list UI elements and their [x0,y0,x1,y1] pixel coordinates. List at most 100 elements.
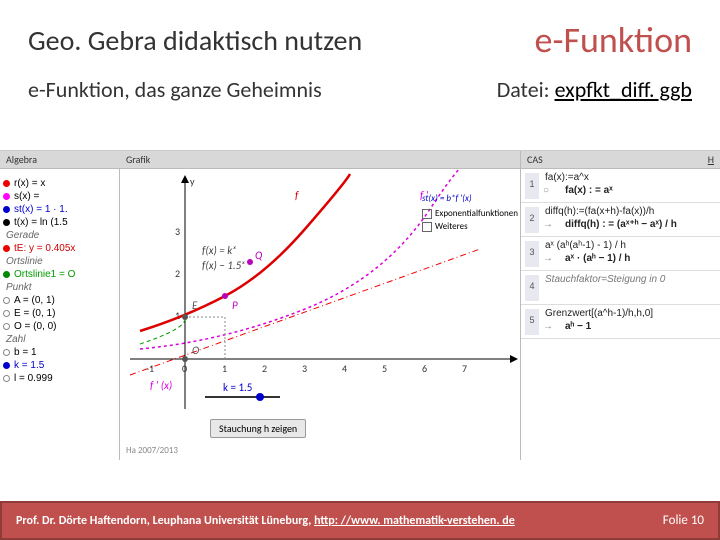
file-prefix: Datei: [497,76,550,103]
dot-icon [3,349,10,356]
dot-icon [3,310,10,317]
checkbox-expfns[interactable]: Exponentialfunktionen [422,208,518,219]
alg-txt: st(x) = 1 · 1. [14,204,68,215]
dot-icon [3,375,10,382]
cas-output: →aʰ − 1 [545,321,716,332]
chk-label: Weiteres [435,221,468,232]
alg-txt: s(x) = [14,191,39,202]
slide-header: Geo. Gebra didaktisch nutzen e-Funktion [0,0,720,72]
alg-row[interactable]: t(x) = ln (1.5 [0,216,119,229]
alg-row[interactable]: s(x) = [0,190,119,203]
cas-row[interactable]: 4 Stauchfaktor=Steigung in 0 [521,271,720,305]
cas-row[interactable]: 1 fa(x):=a^x ○fa(x) : = aˣ [521,169,720,203]
svg-text:E: E [192,299,198,312]
grafik-title: Grafik [120,151,520,169]
graph-controls: st(x) = b*f '(x) Exponentialfunktionen W… [422,193,518,234]
svg-text:1: 1 [222,362,227,375]
cas-num: 2 [525,207,539,233]
alg-row[interactable]: l = 0.999 [0,372,119,385]
cas-row[interactable]: 3 aˣ (aʰ(aʰ-1) - 1) / h →aˣ · (aʰ − 1) /… [521,237,720,271]
slide-footer: Prof. Dr. Dörte Haftendorn, Leuphana Uni… [0,501,720,540]
svg-text:Q: Q [255,249,263,262]
footer-text: Prof. Dr. Dörte Haftendorn, Leuphana Uni… [16,514,643,528]
dot-icon [3,180,10,187]
svg-text:6: 6 [422,362,427,375]
title-left: Geo. Gebra didaktisch nutzen [28,23,362,58]
svg-text:2: 2 [175,267,180,280]
cas-num: 1 [525,173,539,199]
dot-icon [3,193,10,200]
alg-row[interactable]: tE: y = 0.405x [0,242,119,255]
alg-row[interactable]: b = 1 [0,346,119,359]
dot-icon [3,362,10,369]
cas-output: →aˣ · (aʰ − 1) / h [545,253,716,264]
alg-group: Zahl [0,333,119,346]
footer-url[interactable]: http: //www. mathematik-verstehen. de [314,514,515,528]
cas-panel: CASH 1 fa(x):=a^x ○fa(x) : = aˣ 2 diffq(… [520,151,720,460]
dot-icon [3,219,10,226]
alg-txt: b = 1 [14,347,37,358]
footer-folie: Folie 10 [663,513,704,528]
alg-txt: Ortslinie1 = O [14,269,75,280]
cas-row[interactable]: 2 diffq(h):=(fa(x+h)-fa(x))/h →diffq(h) … [521,203,720,237]
checkbox-weiteres[interactable]: Weiteres [422,221,518,232]
stauchung-button[interactable]: Stauchung h zeigen [210,419,306,438]
svg-text:f(x) = kˣ: f(x) = kˣ [202,244,236,257]
dot-icon [3,245,10,252]
alg-group: Gerade [0,229,119,242]
svg-text:P: P [232,299,238,312]
alg-txt: k = 1.5 [14,360,44,371]
dot-icon [3,206,10,213]
dot-icon [3,297,10,304]
cas-input: aˣ (aʰ(aʰ-1) - 1) / h [545,240,716,251]
alg-txt: O = (0, 0) [14,321,57,332]
alg-row[interactable]: r(x) = x [0,177,119,190]
chk-label: Exponentialfunktionen [435,208,518,219]
checkbox-icon [422,209,432,219]
alg-row[interactable]: k = 1.5 [0,359,119,372]
cas-note: Stauchfaktor=Steigung in 0 [545,274,716,285]
graph-area[interactable]: -1 0 1 2 3 4 5 6 7 1 2 3 y [120,169,520,460]
geogebra-screenshot: Algebra r(x) = x s(x) = st(x) = 1 · 1. t… [0,150,720,460]
svg-text:5: 5 [382,362,387,375]
svg-text:1: 1 [175,309,180,322]
algebra-panel: Algebra r(x) = x s(x) = st(x) = 1 · 1. t… [0,151,120,460]
cas-num: 5 [525,309,539,335]
alg-txt: r(x) = x [14,178,45,189]
alg-row[interactable]: st(x) = 1 · 1. [0,203,119,216]
cas-num: 3 [525,241,539,267]
file-link[interactable]: expfkt_diff. ggb [555,76,692,103]
alg-group: Punkt [0,281,119,294]
stx-label: st(x) = b*f '(x) [422,193,518,204]
alg-row[interactable]: Ortslinie1 = O [0,268,119,281]
grafik-panel: Grafik -1 0 1 2 3 4 5 [120,151,520,460]
svg-text:7: 7 [462,362,467,375]
algebra-title: Algebra [0,151,120,169]
title-right: e-Funktion [535,18,692,62]
slide-subheader: e-Funktion, das ganze Geheimnis Datei: e… [0,72,720,113]
alg-row[interactable]: O = (0, 0) [0,320,119,333]
credit-text: Ha 2007/2013 [126,445,178,456]
alg-txt: E = (0, 1) [14,308,55,319]
svg-text:0: 0 [182,362,187,375]
cas-num: 4 [525,275,539,301]
alg-txt: tE: y = 0.405x [14,243,75,254]
dot-icon [3,271,10,278]
svg-text:O: O [192,344,199,357]
cas-input: fa(x):=a^x [545,172,716,183]
svg-text:k = 1.5: k = 1.5 [223,381,252,394]
checkbox-icon [422,222,432,232]
alg-txt: t(x) = ln (1.5 [14,217,68,228]
subtitle-left: e-Funktion, das ganze Geheimnis [28,76,322,103]
cas-output: →diffq(h) : = (aˣ⁺ʰ − aˣ) / h [545,219,716,230]
cas-title: CASH [521,151,720,169]
svg-text:f: f [295,189,299,202]
svg-text:3: 3 [302,362,307,375]
cas-row[interactable]: 5 Grenzwert[(a^h-1)/h,h,0] →aʰ − 1 [521,305,720,339]
svg-text:3: 3 [175,225,180,238]
cas-input: diffq(h):=(fa(x+h)-fa(x))/h [545,206,716,217]
alg-row[interactable]: E = (0, 1) [0,307,119,320]
alg-row[interactable]: A = (0, 1) [0,294,119,307]
file-ref: Datei: expfkt_diff. ggb [497,76,692,103]
alg-group: Ortslinie [0,255,119,268]
